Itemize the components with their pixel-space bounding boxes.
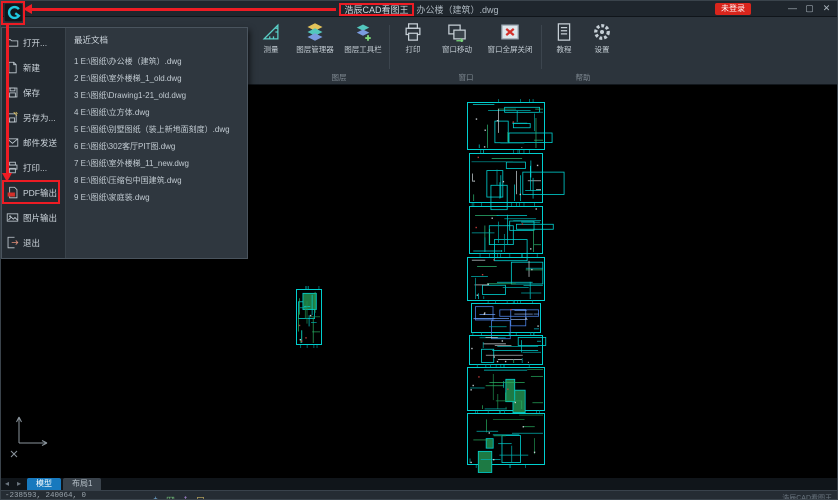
recent-documents-panel: 最近文档 1 E:\图纸\办公楼（建筑）.dwg 2 E:\图纸\室外楼梯_1_… (66, 28, 247, 258)
tab-scroll-left-icon[interactable]: ◂ (1, 478, 13, 490)
brand-label: 浩辰CAD看图王 (782, 493, 832, 500)
window-title-docname: 办公楼（建筑）.dwg (417, 3, 499, 16)
recent-file[interactable]: 2 E:\图纸\室外楼梯_1_old.dwg (74, 70, 247, 87)
new-doc-icon (6, 61, 19, 74)
layer-manager-icon (305, 22, 325, 42)
menu-item-pdf-export[interactable]: PDF输出 (2, 180, 65, 205)
cursor-coordinates: -238593, 240064, 0 (5, 492, 86, 500)
recent-file[interactable]: 5 E:\图纸\别墅图纸（装上新地面刻度）.dwg (74, 121, 247, 138)
recent-file[interactable]: 8 E:\图纸\压缩包中国建筑.dwg (74, 172, 247, 189)
pan-icon[interactable] (181, 492, 190, 500)
menu-item-save[interactable]: 保存 (2, 80, 65, 105)
recent-file[interactable]: 7 E:\图纸\室外楼梯_11_new.dwg (74, 155, 247, 172)
maximize-button[interactable]: ▢ (801, 2, 818, 15)
menu-item-print[interactable]: 打印... (2, 155, 65, 180)
tab-layout1[interactable]: 布局1 (63, 478, 101, 490)
exit-icon (6, 236, 19, 249)
status-toggles (151, 492, 205, 500)
ribbon-layer-manager-button[interactable]: 图层管理器 (293, 22, 337, 54)
save-icon (6, 86, 19, 99)
menu-item-save-as[interactable]: 另存为... (2, 105, 65, 130)
print-icon (6, 161, 19, 174)
recent-file[interactable]: 1 E:\图纸\办公楼（建筑）.dwg (74, 53, 247, 70)
ribbon-tutorial-button[interactable]: 教程 (547, 22, 581, 54)
window-close-icon (500, 22, 520, 42)
save-as-icon (6, 111, 19, 124)
menu-item-image-export[interactable]: 图片输出 (2, 205, 65, 230)
zoom-extents-icon[interactable] (196, 492, 205, 500)
open-folder-icon (6, 36, 19, 49)
tab-model[interactable]: 模型 (27, 478, 61, 490)
window-title-appname: 浩辰CAD看图王 (339, 3, 413, 16)
email-icon (6, 136, 19, 149)
menu-item-exit[interactable]: 退出 (2, 230, 65, 255)
layer-toolbar-icon (353, 22, 373, 42)
ribbon-separator (389, 25, 390, 69)
app-menu-icon[interactable] (4, 3, 23, 22)
ribbon-group-window: 窗口 (395, 72, 537, 83)
menu-item-open[interactable]: 打开... (2, 30, 65, 55)
minimize-button[interactable]: — (784, 2, 801, 15)
statusbar: -238593, 240064, 0 浩辰CAD看图王 (1, 490, 837, 500)
ribbon-layer-toolbar-button[interactable]: 图层工具栏 (341, 22, 385, 54)
window-controls: — ▢ ✕ (784, 2, 835, 15)
ribbon-group-layers: 图层 (293, 72, 385, 83)
menu-item-email[interactable]: 邮件发送 (2, 130, 65, 155)
ribbon-measure-button[interactable]: 测量 (253, 22, 289, 54)
app-window: 浩辰CAD看图王 办公楼（建筑）.dwg 未登录 — ▢ ✕ 测量 图层管理器 … (0, 0, 838, 500)
gear-icon (592, 22, 612, 42)
tutorial-icon (554, 22, 574, 42)
layout-tabbar: ◂ ▸ 模型 布局1 (1, 478, 837, 490)
grid-icon[interactable] (166, 492, 175, 500)
measure-icon (261, 22, 281, 42)
pdf-export-icon (6, 186, 19, 199)
ribbon-window-move-button[interactable]: 窗口移动 (435, 22, 479, 54)
recent-file[interactable]: 9 E:\图纸\家庭装.dwg (74, 189, 247, 206)
application-menu-items: 打开... 新建 保存 另存为... 邮件发送 打印... (2, 28, 66, 258)
menu-item-new[interactable]: 新建 (2, 55, 65, 80)
recent-file[interactable]: 4 E:\图纸\立方体.dwg (74, 104, 247, 121)
ribbon-separator (541, 25, 542, 69)
application-menu: 打开... 新建 保存 另存为... 邮件发送 打印... (1, 27, 248, 259)
printer-icon (403, 22, 423, 42)
titlebar: 浩辰CAD看图王 办公楼（建筑）.dwg 未登录 — ▢ ✕ (1, 1, 837, 17)
image-export-icon (6, 211, 19, 224)
window-move-icon (447, 22, 467, 42)
tab-scroll-right-icon[interactable]: ▸ (13, 478, 25, 490)
login-button[interactable]: 未登录 (715, 3, 751, 15)
ribbon-print-button[interactable]: 打印 (395, 22, 431, 54)
osnap-icon[interactable] (151, 492, 160, 500)
window-title: 浩辰CAD看图王 办公楼（建筑）.dwg (1, 1, 837, 17)
close-button[interactable]: ✕ (818, 2, 835, 15)
ribbon-settings-button[interactable]: 设置 (585, 22, 619, 54)
ribbon-window-close-button[interactable]: 窗口全屏关闭 (483, 22, 537, 54)
recent-documents-title: 最近文档 (74, 34, 247, 46)
recent-file[interactable]: 3 E:\图纸\Drawing1-21_old.dwg (74, 87, 247, 104)
recent-file[interactable]: 6 E:\图纸\302客厅PIT图.dwg (74, 138, 247, 155)
ribbon-group-help: 帮助 (547, 72, 619, 83)
